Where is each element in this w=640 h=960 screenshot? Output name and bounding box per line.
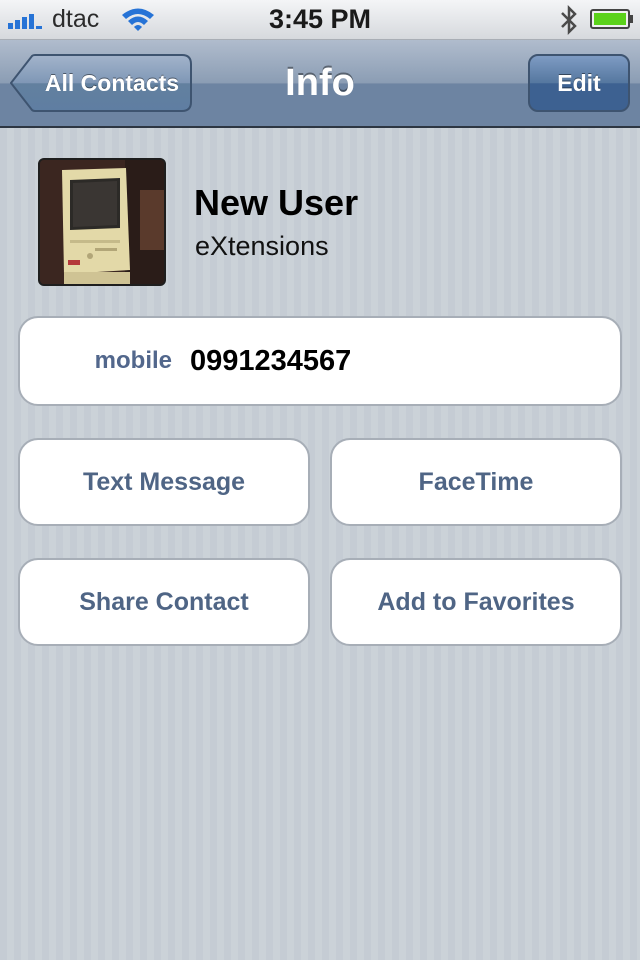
add-to-favorites-button[interactable]: Add to Favorites (330, 558, 622, 646)
facetime-button[interactable]: FaceTime (330, 438, 622, 526)
computer-photo-image (40, 160, 164, 284)
back-button-label: All Contacts (44, 70, 180, 96)
all-contacts-back-button[interactable]: All Contacts (10, 54, 192, 112)
phone-row[interactable]: mobile 0991234567 (18, 316, 622, 406)
contact-photo[interactable] (38, 158, 166, 286)
page-title: Info (285, 62, 355, 104)
battery-icon (590, 9, 633, 29)
share-contact-button[interactable]: Share Contact (18, 558, 310, 646)
edit-button[interactable]: Edit (528, 54, 630, 112)
contact-name: New User (194, 182, 359, 223)
phone-label: mobile (94, 347, 172, 374)
phone-number: 0991234567 (190, 345, 352, 377)
navigation-bar: All Contacts Info Edit (0, 40, 640, 128)
text-message-button[interactable]: Text Message (18, 438, 310, 526)
status-time: 3:45 PM (268, 4, 372, 34)
status-bar: dtac 3:45 PM (0, 0, 640, 40)
bluetooth-icon (561, 4, 577, 36)
contact-company: eXtensions (195, 231, 329, 261)
